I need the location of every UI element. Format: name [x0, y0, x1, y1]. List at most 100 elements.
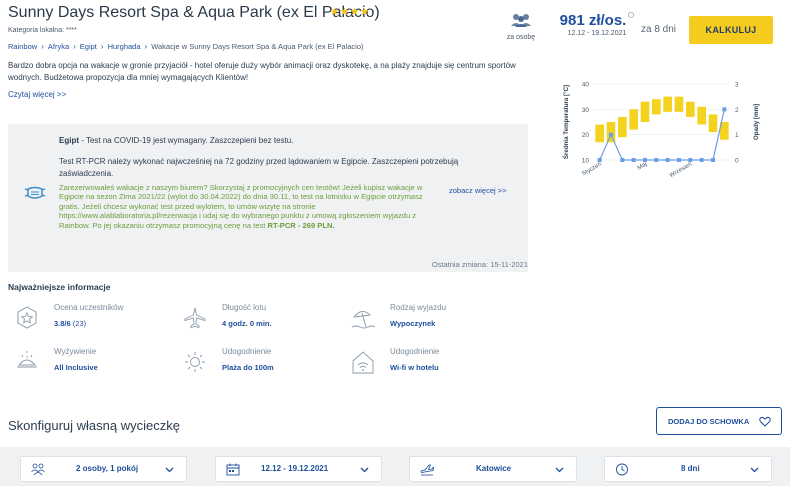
configure-title: Skonfiguruj własną wycieczkę: [8, 418, 180, 433]
chevron-right-icon: ›: [41, 42, 44, 51]
precipitation-point: [609, 132, 613, 137]
filter-duration[interactable]: 8 dni: [604, 456, 772, 482]
x-tick-label: Maj: [637, 162, 648, 172]
filter-departure[interactable]: Katowice: [409, 456, 577, 482]
price: 981 zł/os.: [556, 12, 638, 29]
star-icon: [330, 7, 339, 16]
heart-icon: [759, 416, 771, 427]
y-left-tick-label: 30: [582, 107, 590, 114]
beach-umbrella-icon: [351, 311, 376, 329]
temperature-bar: [606, 122, 616, 143]
precipitation-point: [631, 158, 636, 162]
star-icon: [350, 7, 359, 16]
climate-chart: 102030400123Styczeń Maj WrzesieńŚrednia Te…: [563, 82, 760, 180]
add-to-favorites-label: DODAJ DO SCHOWKA: [668, 416, 750, 426]
covid-promo-body: Zarezerwowałeś wakacje z naszym biurem? …: [59, 183, 423, 230]
precipitation-point: [665, 158, 670, 162]
precipitation-point: [722, 107, 727, 112]
temperature-bar: [686, 101, 695, 117]
covid-headline-text: - Test na COVID-19 jest wymagany. Zaszcz…: [79, 136, 294, 145]
read-more-link[interactable]: Czytaj więcej >>: [8, 90, 66, 99]
breadcrumb-current: Wakacje w Sunny Days Resort Spa & Aqua P…: [151, 42, 364, 51]
y-right-tick-label: 3: [735, 82, 739, 89]
y-right-tick-label: 0: [735, 158, 739, 165]
chevron-down-icon: [555, 467, 564, 473]
filter-dates-value: 12.12 - 19.12.2021: [261, 464, 329, 473]
filter-people-value: 2 osoby, 1 pokój: [76, 464, 139, 473]
beach-value: Plaża do 100m: [222, 363, 274, 372]
people-icon: [511, 14, 531, 27]
y-right-tick-label: 1: [735, 132, 739, 139]
precipitation-point: [711, 158, 715, 162]
info-label: Długość lotu: [222, 303, 267, 312]
info-label: Udogodnienie: [222, 347, 272, 356]
price-value: 981 zł/os.: [559, 12, 627, 29]
calendar-icon: [226, 463, 240, 476]
wifi-value: Wi-fi w hotelu: [390, 363, 439, 372]
star-icon: [360, 7, 369, 16]
covid-promo-text: Zarezerwowałeś wakacje z naszym biurem? …: [59, 183, 424, 230]
price-dates: 12.12 - 19.12.2021: [567, 30, 627, 37]
rating-value[interactable]: 3.8/6 (23): [54, 319, 86, 328]
sun-icon: [185, 352, 205, 372]
filter-duration-value: 8 dni: [681, 464, 700, 473]
covid-country: Egipt: [59, 136, 79, 145]
temperature-bar: [663, 96, 672, 112]
breadcrumb-item-egipt[interactable]: Egipt: [80, 42, 97, 51]
info-label: Ocena uczestników: [54, 303, 124, 312]
covid-test-info: Test RT-PCR należy wykonać najwcześniej …: [59, 157, 459, 178]
food-icon: [17, 351, 37, 368]
chevron-right-icon: ›: [73, 42, 76, 51]
info-label: Rodzaj wyjazdu: [390, 303, 447, 312]
last-change: Ostatnia zmiana: 15-11-2021: [431, 260, 528, 269]
star-icon: [340, 7, 349, 16]
info-icon[interactable]: [628, 12, 635, 18]
info-label: Wyżywienie: [54, 347, 97, 356]
hotel-title: Sunny Days Resort Spa & Aqua Park (ex El…: [8, 4, 380, 21]
temperature-bar: [652, 99, 661, 115]
flight-duration: 4 godz. 0 min.: [222, 319, 272, 328]
filter-people[interactable]: 2 osoby, 1 pokój: [20, 456, 187, 482]
y-left-tick-label: 40: [582, 82, 590, 89]
y-right-tick-label: 2: [735, 107, 739, 114]
temperature-bar: [640, 101, 650, 122]
temperature-bar: [697, 106, 706, 125]
temperature-bar: [674, 96, 684, 112]
star-badge-icon: [17, 306, 37, 329]
info-label: Udogodnienie: [390, 347, 440, 356]
precipitation-point: [654, 158, 659, 162]
chevron-right-icon: ›: [144, 42, 148, 51]
board-value: All Inclusive: [54, 363, 98, 372]
rating-score: 3.8/6: [54, 319, 71, 328]
people-selector[interactable]: za osobę: [503, 13, 539, 41]
see-more-link[interactable]: zobacz więcej >>: [449, 186, 507, 195]
breadcrumb-item-afryka[interactable]: Afryka: [48, 42, 69, 51]
temperature-bar: [595, 124, 604, 143]
temperature-bar: [629, 109, 638, 130]
y-right-axis-label: Opady [mm]: [753, 104, 760, 140]
per-person-label: za osobę: [506, 34, 536, 41]
chevron-right-icon: ›: [100, 42, 104, 51]
precipitation-point: [677, 158, 681, 162]
face-mask-icon: [24, 186, 46, 199]
filter-dates[interactable]: 12.12 - 19.12.2021: [215, 456, 382, 482]
add-to-favorites-button[interactable]: DODAJ DO SCHOWKA: [656, 407, 782, 435]
key-info-title: Najważniejsze informacje: [8, 282, 111, 292]
hotel-stars: [330, 7, 369, 16]
wifi-house-icon: [352, 351, 374, 374]
y-left-tick-label: 10: [582, 158, 590, 165]
breadcrumb-item-rainbow[interactable]: Rainbow: [8, 42, 37, 51]
plane-icon: [420, 464, 434, 476]
chevron-down-icon: [165, 467, 174, 473]
calculate-button[interactable]: KALKULUJ: [689, 16, 773, 44]
chevron-down-icon: [360, 467, 369, 473]
people-icon: [31, 463, 45, 476]
y-left-tick-label: 20: [582, 132, 590, 139]
hotel-description: Bardzo dobra opcja na wakacje w gronie p…: [8, 61, 516, 82]
trip-type-value: Wypoczynek: [390, 319, 436, 328]
temperature-bar: [708, 114, 718, 133]
rating-count: (23): [72, 319, 87, 328]
filter-departure-value: Katowice: [476, 464, 512, 473]
trip-filters-bar: 2 osoby, 1 pokój 12.12 - 19.12.2021 Kato…: [0, 447, 790, 486]
breadcrumb-item-hurghada[interactable]: Hurghada: [108, 42, 141, 51]
